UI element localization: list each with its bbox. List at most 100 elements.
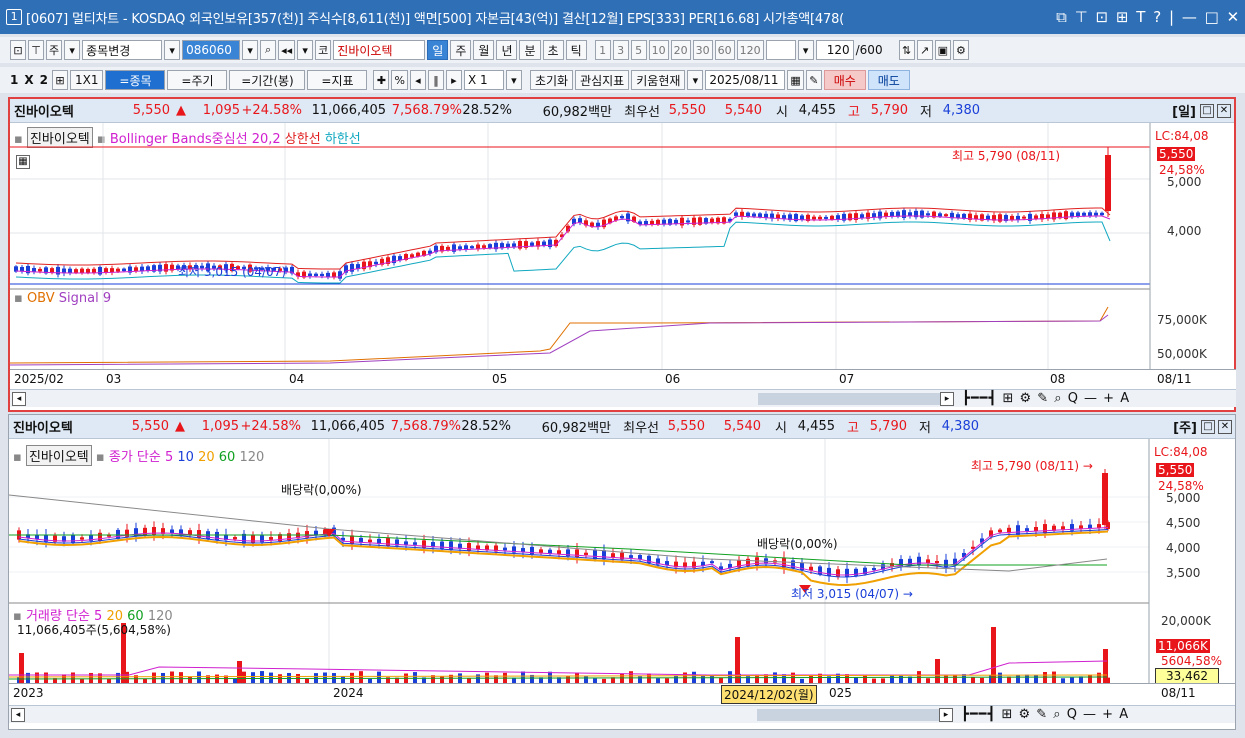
sync-indicator-button[interactable]: =지표 (307, 70, 368, 90)
pin-toolbar-icon[interactable]: ⊤ (28, 40, 44, 60)
watch-indicator-button[interactable]: 관심지표 (575, 70, 630, 90)
close-panel-icon-2[interactable]: ✕ (1218, 419, 1232, 434)
quote-stock-name-2: 진바이오텍 (13, 421, 73, 436)
volume-bar (413, 672, 417, 683)
multiplier-dropdown-icon[interactable]: ▾ (505, 70, 522, 90)
percent-button[interactable]: % (391, 70, 408, 90)
min-note: 최저 3,015 (04/07) (178, 265, 287, 279)
code-dropdown-icon[interactable]: ▾ (242, 40, 259, 60)
x-label-2024: 2024 (333, 686, 364, 700)
custom-number-input[interactable] (765, 40, 796, 60)
period-day-tab[interactable]: 일 (427, 40, 449, 60)
reset-button[interactable]: 초기화 (529, 70, 574, 90)
scroll-left-icon-2[interactable]: ◂ (11, 707, 25, 722)
change-stock-dropdown-icon[interactable]: ▾ (164, 40, 181, 60)
kiwoom-current-button[interactable]: 키움현재 (631, 70, 686, 90)
search-icon[interactable]: ⌕ (260, 40, 277, 60)
candle-body (629, 555, 633, 558)
audio-dropdown-icon[interactable]: ▾ (297, 40, 314, 60)
prev-icon[interactable]: ◂ (409, 70, 426, 90)
settings-icon[interactable]: ⚙ (952, 40, 969, 60)
save-icon[interactable]: ▣ (934, 40, 951, 60)
close-panel-icon[interactable]: ✕ (1217, 103, 1231, 118)
scrollbar[interactable]: ◂ ▸ ┣━━┫ ⊞ ⚙ ✎ ⌕ Q — + A (10, 389, 1236, 407)
candle-body (98, 266, 102, 275)
num-3-button[interactable]: 3 (612, 40, 629, 60)
kiwoom-dropdown-icon[interactable]: ▾ (687, 70, 704, 90)
period-month-tab[interactable]: 월 (473, 40, 495, 60)
pin-icon[interactable]: ⊤ (1075, 8, 1088, 26)
sync-range-button[interactable]: =기간(봉) (229, 70, 306, 90)
trend-icon[interactable]: ↗ (916, 40, 933, 60)
maximize-panel-icon[interactable]: □ (1200, 103, 1214, 118)
compare-icon[interactable]: ⇅ (898, 40, 915, 60)
help-icon[interactable]: ? (1153, 8, 1161, 26)
period-second-tab[interactable]: 초 (542, 40, 564, 60)
period-week-tab[interactable]: 주 (450, 40, 472, 60)
volume-bar (251, 672, 255, 683)
volume-spike-bar (237, 661, 242, 683)
scroll-thumb[interactable] (758, 392, 940, 405)
display-count-input[interactable]: 120 (815, 40, 854, 60)
num-120-button[interactable]: 120 (736, 40, 764, 60)
tile-icon[interactable]: ⊡ (1095, 8, 1108, 26)
crosshair-icon[interactable]: ✚ (373, 70, 390, 90)
market-code-button[interactable]: 코 (315, 40, 332, 60)
market-dropdown-icon[interactable]: ▾ (64, 40, 81, 60)
window-title: [0607] 멀티차트 - KOSDAQ 외국인보유[357(천)] 주식수[8… (26, 11, 845, 27)
legend-signal[interactable]: Signal 9 (59, 291, 111, 306)
candle-body (530, 242, 534, 246)
audio-icon[interactable]: ◂◂ (278, 40, 296, 60)
volume-bar (116, 672, 120, 683)
volume-bar (359, 671, 363, 683)
zoom-tools-2[interactable]: ┣━━┫ ⊞ ⚙ ✎ ⌕ Q — + A (961, 707, 1129, 722)
legend-obv[interactable]: OBV (27, 291, 55, 306)
layout-1[interactable]: 1 (10, 73, 18, 87)
scroll-thumb-2[interactable] (757, 708, 939, 721)
scroll-right-icon-2[interactable]: ▸ (939, 707, 953, 722)
layout-x[interactable]: X (24, 73, 33, 87)
stock-code-input[interactable]: 086060 (182, 40, 241, 60)
chart-window-icon[interactable]: ⊡ (10, 40, 26, 60)
multiplier-select[interactable]: X 1 (463, 70, 504, 90)
grid-icon[interactable]: ⊞ (51, 70, 68, 90)
period-year-tab[interactable]: 년 (496, 40, 518, 60)
scrollbar-2[interactable]: ◂ ▸ ┣━━┫ ⊞ ⚙ ✎ ⌕ Q — + A (9, 705, 1235, 723)
pause-icon[interactable]: ‖ (427, 70, 444, 90)
sync-stock-button[interactable]: =종목 (105, 70, 166, 90)
date-input[interactable]: 2025/08/11 (705, 70, 786, 90)
order-icon[interactable]: ✎ (805, 70, 822, 90)
maximize-icon[interactable]: □ (1205, 8, 1219, 26)
one-by-one-button[interactable]: 1X1 (69, 70, 104, 90)
num-60-button[interactable]: 60 (714, 40, 735, 60)
num-10-button[interactable]: 10 (648, 40, 669, 60)
num-5-button[interactable]: 5 (630, 40, 647, 60)
num-20-button[interactable]: 20 (670, 40, 691, 60)
num-1-button[interactable]: 1 (594, 40, 611, 60)
scroll-left-icon[interactable]: ◂ (12, 391, 26, 406)
close-icon[interactable]: ✕ (1227, 8, 1240, 26)
maximize-panel-icon-2[interactable]: □ (1201, 419, 1215, 434)
layout-2[interactable]: 2 (40, 73, 48, 87)
change-stock-field[interactable]: 종목변경 (82, 40, 163, 60)
layout-icon[interactable]: ⊞ (1116, 8, 1129, 26)
scroll-right-icon[interactable]: ▸ (940, 391, 954, 406)
zoom-tools[interactable]: ┣━━┫ ⊞ ⚙ ✎ ⌕ Q — + A (962, 391, 1130, 406)
buy-button[interactable]: 매수 (823, 70, 866, 90)
calendar-icon[interactable]: ▦ (787, 70, 804, 90)
x-label-08: 08 (1050, 372, 1066, 386)
minimize-icon[interactable]: — (1182, 8, 1197, 26)
sync-period-button[interactable]: =주기 (167, 70, 228, 90)
next-icon[interactable]: ▸ (445, 70, 462, 90)
period-minute-tab[interactable]: 분 (519, 40, 541, 60)
dividend-note-1: 배당락(0,00%) (281, 483, 362, 497)
market-select[interactable]: 주 (46, 40, 63, 60)
font-icon[interactable]: T (1136, 8, 1145, 26)
period-tick-tab[interactable]: 틱 (565, 40, 587, 60)
candle-body (1016, 525, 1020, 535)
candle-body (134, 267, 138, 272)
custom-number-dropdown-icon[interactable]: ▾ (797, 40, 814, 60)
restore-icon[interactable]: ⧉ (1056, 8, 1067, 26)
num-30-button[interactable]: 30 (692, 40, 713, 60)
sell-button[interactable]: 매도 (867, 70, 910, 90)
